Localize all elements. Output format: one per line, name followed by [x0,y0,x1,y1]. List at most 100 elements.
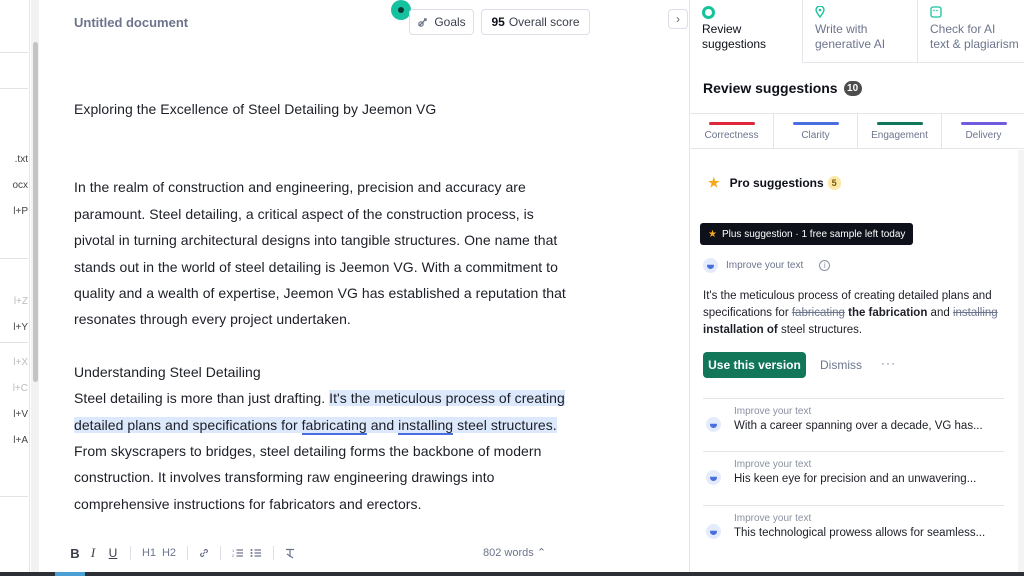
bullet-list-glyph-icon [250,549,261,557]
menu-item[interactable]: l+A [0,435,28,446]
word-count-text: 802 words [483,547,534,559]
menu-item[interactable]: ocx [0,180,28,191]
underlined-word[interactable]: installing [398,416,454,435]
taskbar-strip [0,572,1024,576]
toolbar-divider [273,546,274,560]
star-icon: ★ [708,175,720,190]
panel-scrollbar[interactable] [1018,150,1024,572]
suggestion-count-badge: 10 [843,80,862,96]
word-count[interactable]: 802 words ⌃ [483,546,546,559]
star-icon: ★ [708,228,717,240]
category-correctness[interactable]: Correctness [690,114,774,148]
category-label: Clarity [801,130,830,141]
toolbar-divider [187,546,188,560]
plus-tip-text: Plus suggestion · 1 free sample left tod… [721,228,906,240]
grammarly-logo-icon [702,6,802,22]
side-menu: .txt ocx l+P l+Z l+Y l+X l+C l+V l+A [0,0,30,572]
toolbar-divider [130,546,131,560]
numbered-list-icon[interactable]: 12 [229,543,247,563]
clear-format-icon[interactable] [282,543,298,563]
italic-icon[interactable]: I [82,543,104,563]
suggestion-card[interactable]: Improve your text With a career spanning… [703,398,1004,448]
text-run: steel structures. [777,324,863,336]
paragraph: Steel detailing is more than just drafti… [74,385,574,517]
heading2-icon[interactable]: H2 [159,543,179,563]
pin-icon [815,5,917,22]
menu-item[interactable]: l+Z [0,296,28,307]
category-bar-fill [792,122,839,125]
suggestion-card[interactable]: Improve your text His keen eye for preci… [703,451,1004,501]
suggestion-card-text: His keen eye for precision and an unwave… [734,473,977,485]
tab-label: Check for AI [930,22,996,36]
removed-word: installing [952,307,998,319]
text-run: From skyscrapers to bridges, steel detai… [74,443,542,512]
suggestion-card-text: This technological prowess allows for se… [734,527,986,539]
suggestion-header: Improve your text i [703,258,831,273]
assistant-panel: Review suggestions Write with generative… [689,0,1024,572]
category-label: Delivery [965,130,1002,141]
tab-label: generative AI [815,37,886,51]
tab-label: text & plagiarism [930,37,1019,51]
goals-label: Goals [434,15,466,29]
suggestion-preview: It's the meticulous process of creating … [703,288,1003,339]
tab-ai-plagiarism[interactable]: Check for AI text & plagiarism [918,0,1024,63]
improve-text-icon [703,258,718,273]
link-glyph-icon [199,548,209,558]
text-run: and [927,307,953,319]
left-scrollbar[interactable] [33,42,38,382]
tab-label: Review [702,22,742,36]
tab-review-suggestions[interactable]: Review suggestions [690,0,803,63]
category-engagement[interactable]: Engagement [858,114,942,148]
inserted-text: the fabrication [844,307,928,319]
menu-divider [0,258,28,259]
clear-format-glyph-icon [286,548,294,559]
menu-divider [0,52,28,53]
use-this-version-button[interactable]: Use this version [703,352,806,378]
underlined-word[interactable]: fabricating [301,416,367,435]
suggestion-card[interactable]: Improve your text This technological pro… [703,505,1004,555]
collapse-panel-button[interactable]: › [668,9,688,29]
text-run: and [366,416,399,433]
panel-tabs: Review suggestions Write with generative… [690,0,1024,63]
category-bar-fill [876,122,923,125]
suggestion-card-label: Improve your text [734,406,812,417]
menu-divider [0,88,28,89]
category-clarity[interactable]: Clarity [774,114,858,148]
subheading: Understanding Steel Detailing [74,363,261,380]
panel-title-text: Review suggestions [703,80,838,96]
menu-item[interactable]: l+C [0,383,28,394]
goals-button[interactable]: Goals [409,9,474,35]
bold-icon[interactable]: B [68,543,82,563]
menu-item[interactable]: .txt [0,154,28,165]
dismiss-button[interactable]: Dismiss [820,358,862,372]
document-body[interactable]: Exploring the Excellence of Steel Detail… [74,96,574,517]
inserted-text: installation of [703,324,778,336]
underline-icon[interactable]: U [104,543,122,563]
category-delivery[interactable]: Delivery [942,114,1024,148]
menu-item[interactable]: l+V [0,409,28,420]
improve-text-icon [706,470,721,485]
quote-check-icon [930,6,1024,22]
menu-item[interactable]: l+X [0,357,28,368]
menu-item[interactable]: l+Y [0,322,28,333]
category-label: Correctness [704,130,759,141]
suggestion-card-label: Improve your text [734,513,812,524]
menu-item[interactable]: l+P [0,206,28,217]
taskbar-segment [55,572,85,576]
heading1-icon[interactable]: H1 [139,543,159,563]
bullet-list-icon[interactable] [247,543,265,563]
document-title[interactable]: Untitled document [74,15,188,30]
info-icon[interactable]: i [819,260,831,271]
improve-text-icon [706,524,721,539]
document-heading: Exploring the Excellence of Steel Detail… [74,101,437,117]
pro-suggestions-header[interactable]: ★ Pro suggestions 5 [708,175,841,191]
target-icon [418,18,428,27]
chevron-up-icon: ⌃ [536,547,547,559]
overall-score-button[interactable]: 95 Overall score [481,9,590,35]
suggestion-card-label: Improve your text [734,459,812,470]
more-options-icon[interactable]: ··· [881,356,896,370]
toolbar-divider [220,546,221,560]
link-icon[interactable] [196,543,212,563]
tab-write-with-ai[interactable]: Write with generative AI [803,0,918,63]
numbered-list-glyph-icon: 12 [232,548,243,558]
